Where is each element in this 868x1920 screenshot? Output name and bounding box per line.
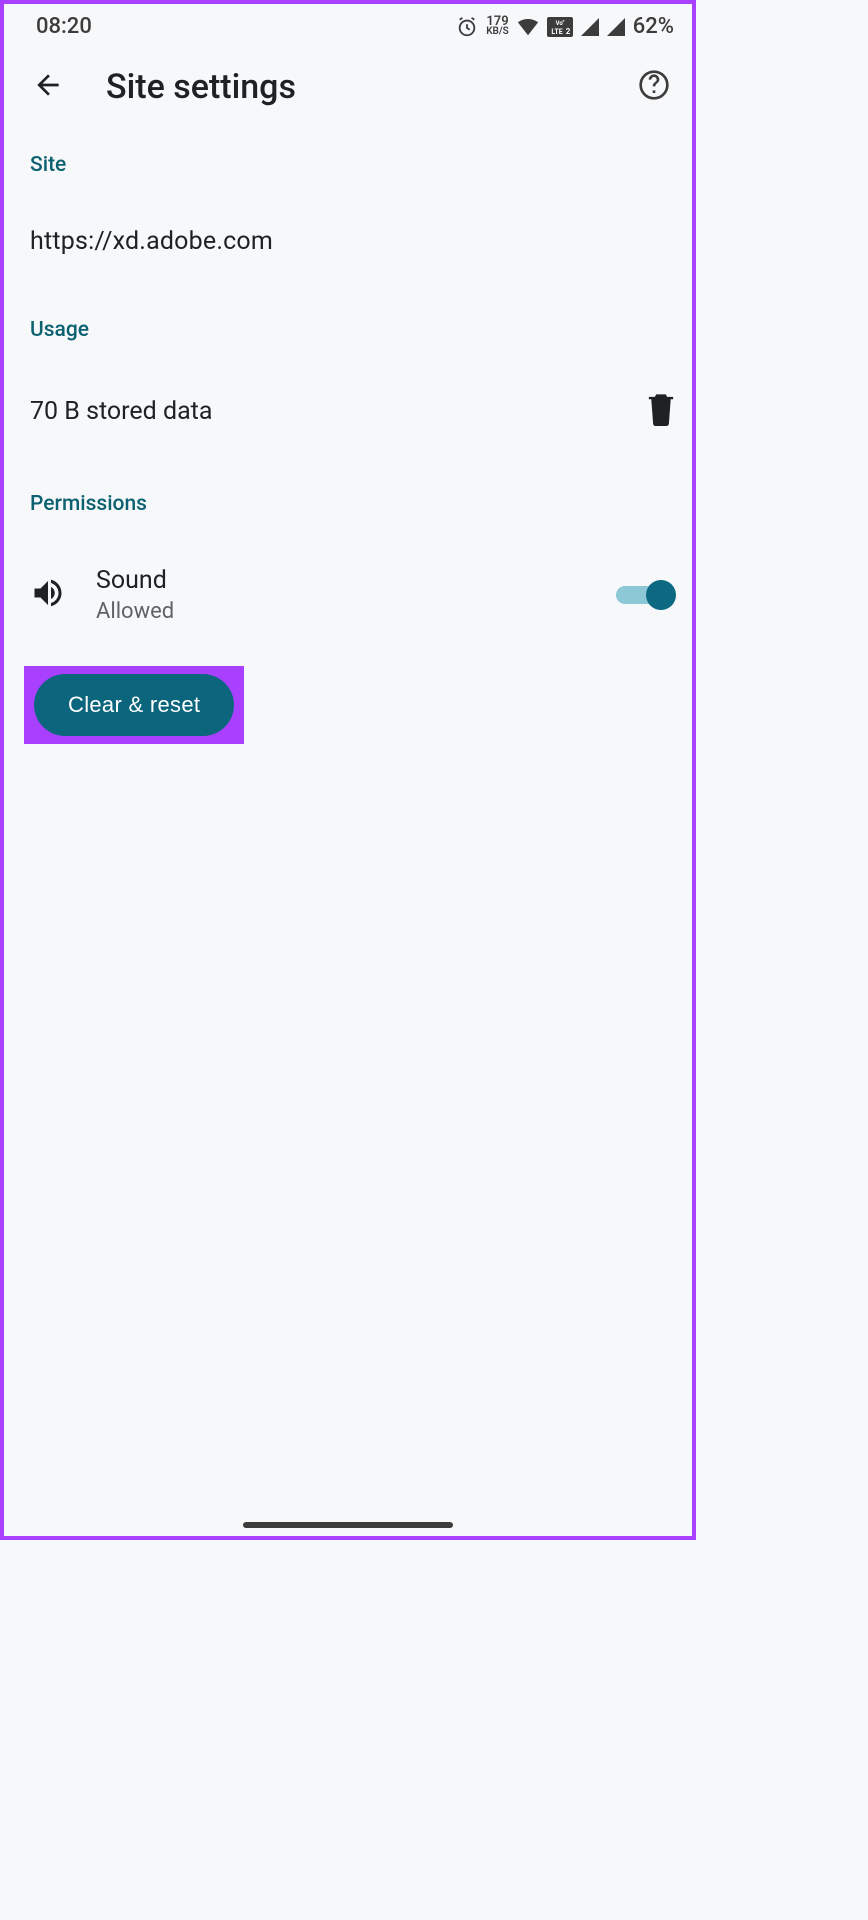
permission-subtitle: Allowed (96, 599, 586, 624)
sound-toggle[interactable] (616, 580, 676, 610)
section-usage-label: Usage (24, 290, 682, 356)
usage-row: 70 B stored data (24, 356, 682, 464)
svg-text:Vo": Vo" (555, 20, 564, 27)
site-url[interactable]: https://xd.adobe.com (24, 191, 682, 290)
app-bar: Site settings (4, 49, 692, 125)
nav-handle[interactable] (243, 1522, 453, 1528)
signal-1-icon (581, 18, 599, 36)
section-permissions-label: Permissions (24, 464, 682, 530)
trash-icon[interactable] (646, 392, 676, 430)
alarm-icon (456, 16, 478, 38)
svg-text:LTE: LTE (551, 28, 562, 36)
page-title: Site settings (106, 67, 638, 107)
help-icon[interactable] (638, 69, 670, 105)
status-time: 08:20 (36, 14, 92, 39)
battery-percent: 62% (633, 14, 674, 39)
status-bar: 08:20 179 KB/S Vo"LTE2 62% (4, 4, 692, 49)
usage-value: 70 B stored data (30, 397, 212, 426)
section-site-label: Site (24, 125, 682, 191)
svg-text:2: 2 (565, 27, 570, 36)
content: Site https://xd.adobe.com Usage 70 B sto… (4, 125, 692, 744)
network-speed: 179 KB/S (486, 17, 509, 37)
volte-badge: Vo"LTE2 (547, 17, 573, 37)
volume-icon (30, 575, 66, 615)
clear-reset-button[interactable]: Clear & reset (34, 674, 234, 736)
back-icon[interactable] (32, 69, 64, 105)
wifi-icon (517, 18, 539, 36)
signal-2-icon (607, 18, 625, 36)
highlight-annotation: Clear & reset (24, 666, 244, 744)
permission-row-sound[interactable]: Sound Allowed (24, 530, 682, 660)
permission-title: Sound (96, 566, 586, 595)
status-right: 179 KB/S Vo"LTE2 62% (456, 14, 674, 39)
permission-text: Sound Allowed (96, 566, 586, 624)
